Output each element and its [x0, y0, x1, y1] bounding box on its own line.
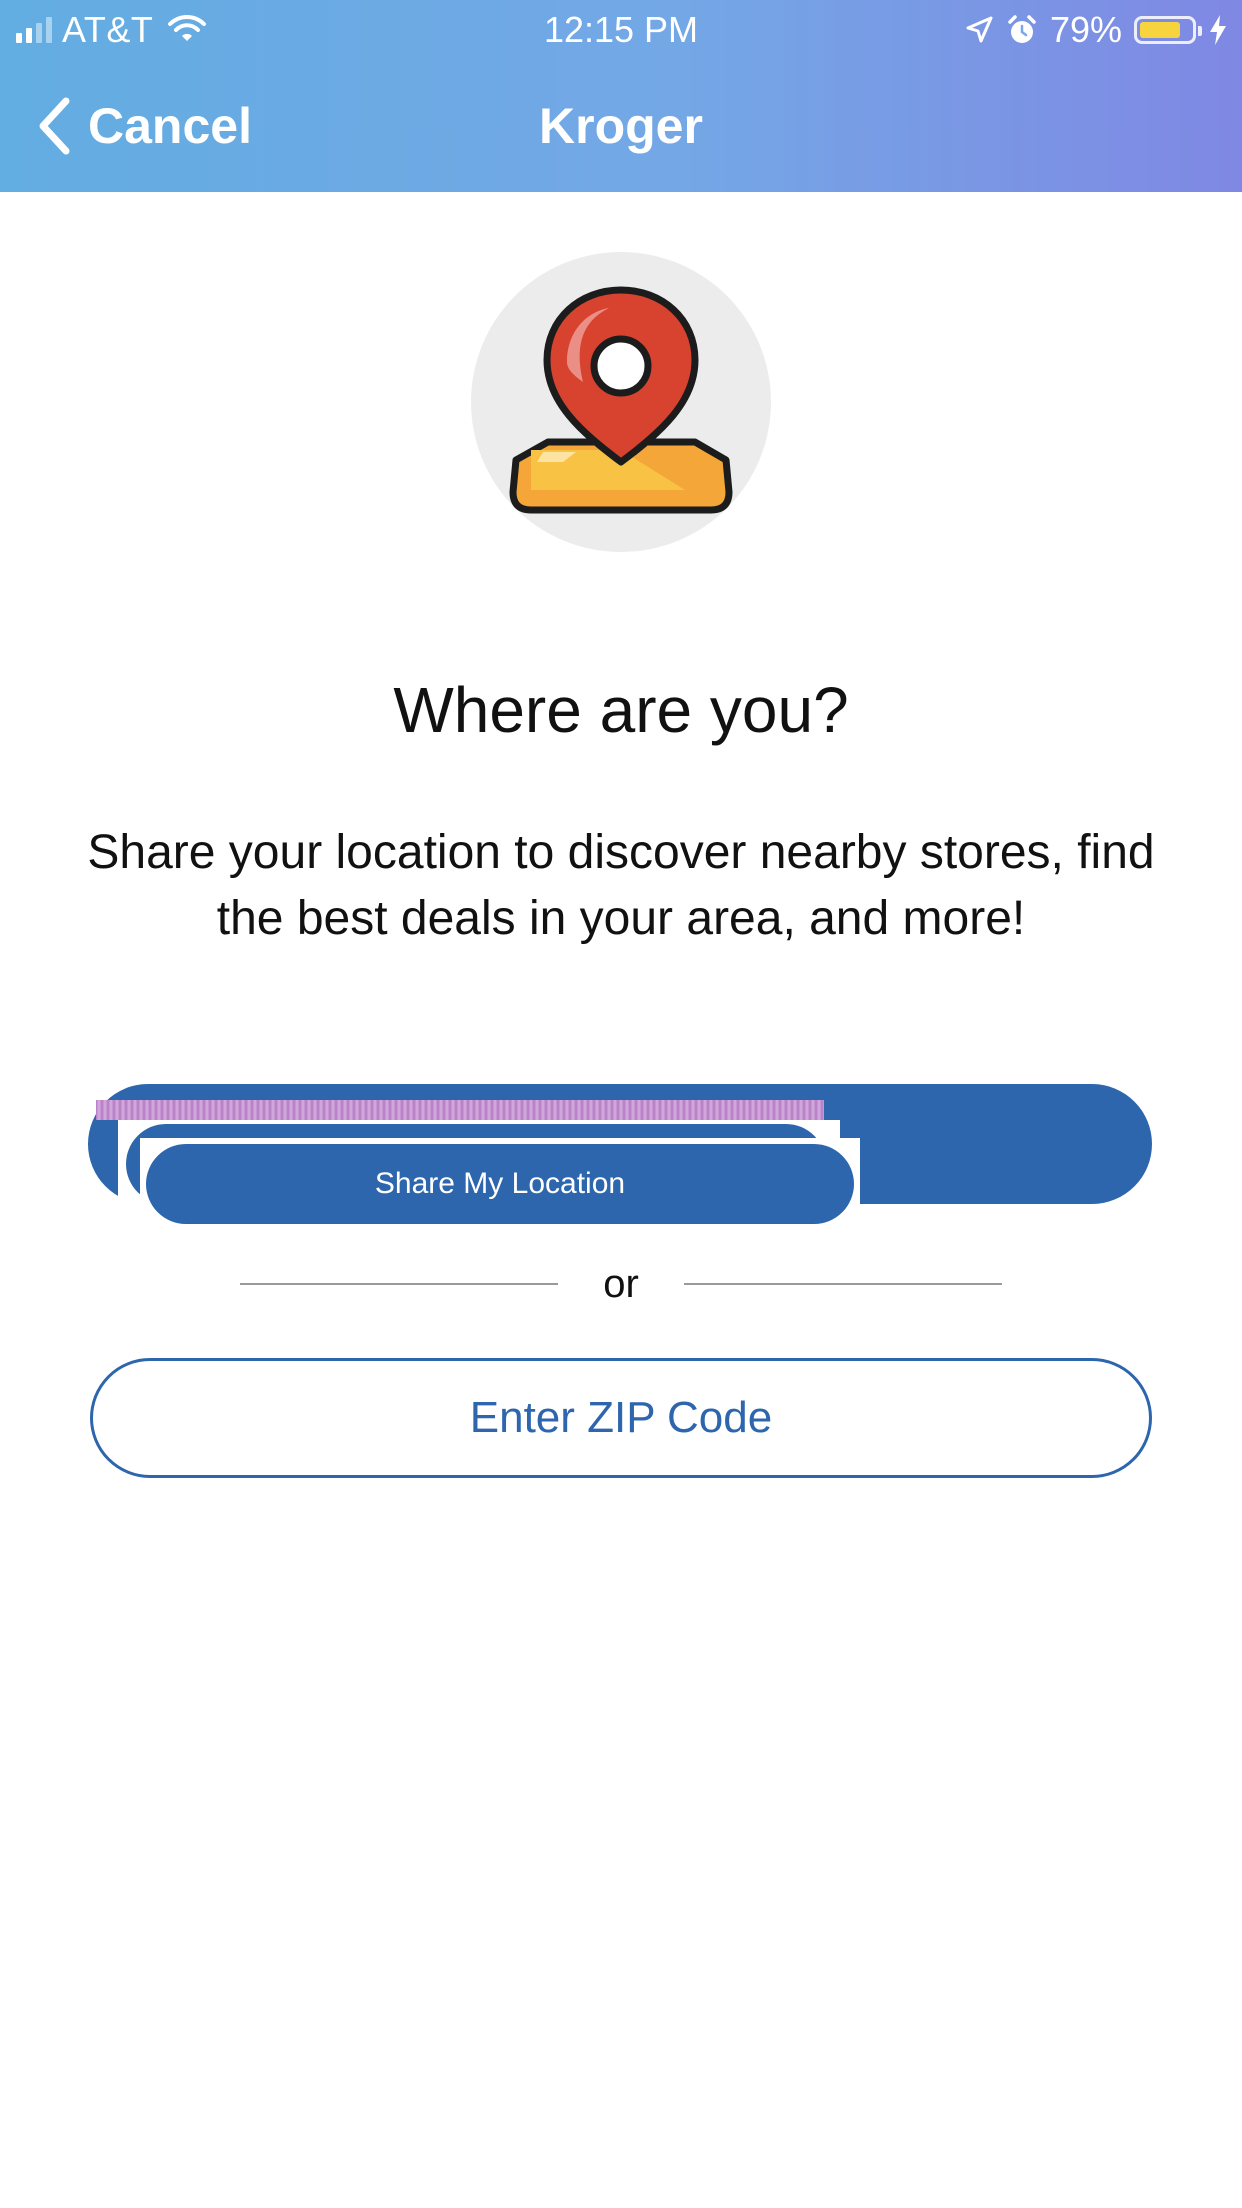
share-location-area: Share My Location — [0, 1080, 1242, 1230]
app-header: AT&T 12:15 PM 79% Cancel Kroger — [0, 0, 1242, 192]
cancel-button[interactable]: Cancel — [36, 94, 252, 158]
status-right: 79% — [964, 9, 1228, 50]
map-pin-icon — [509, 286, 733, 514]
nav-bar: Cancel Kroger — [0, 60, 1242, 192]
cancel-label: Cancel — [88, 98, 252, 154]
enter-zip-code-button[interactable]: Enter ZIP Code — [90, 1358, 1152, 1478]
page-subtitle: Share your location to discover nearby s… — [87, 826, 1155, 945]
status-bar: AT&T 12:15 PM 79% — [0, 0, 1242, 60]
hero-illustration — [471, 252, 771, 552]
divider-line-right — [684, 1283, 1002, 1285]
alarm-icon — [1008, 15, 1036, 43]
location-arrow-icon — [966, 16, 993, 43]
battery-icon — [1134, 16, 1202, 44]
share-my-location-button[interactable]: Share My Location — [146, 1144, 854, 1224]
or-divider: or — [240, 1254, 1002, 1314]
charging-bolt-icon — [1210, 15, 1226, 45]
battery-fill — [1140, 22, 1180, 38]
chevron-left-icon — [39, 97, 70, 155]
battery-percent: 79% — [1049, 9, 1122, 50]
render-artifact-noise — [96, 1100, 824, 1120]
page-heading: Where are you? — [393, 674, 849, 746]
